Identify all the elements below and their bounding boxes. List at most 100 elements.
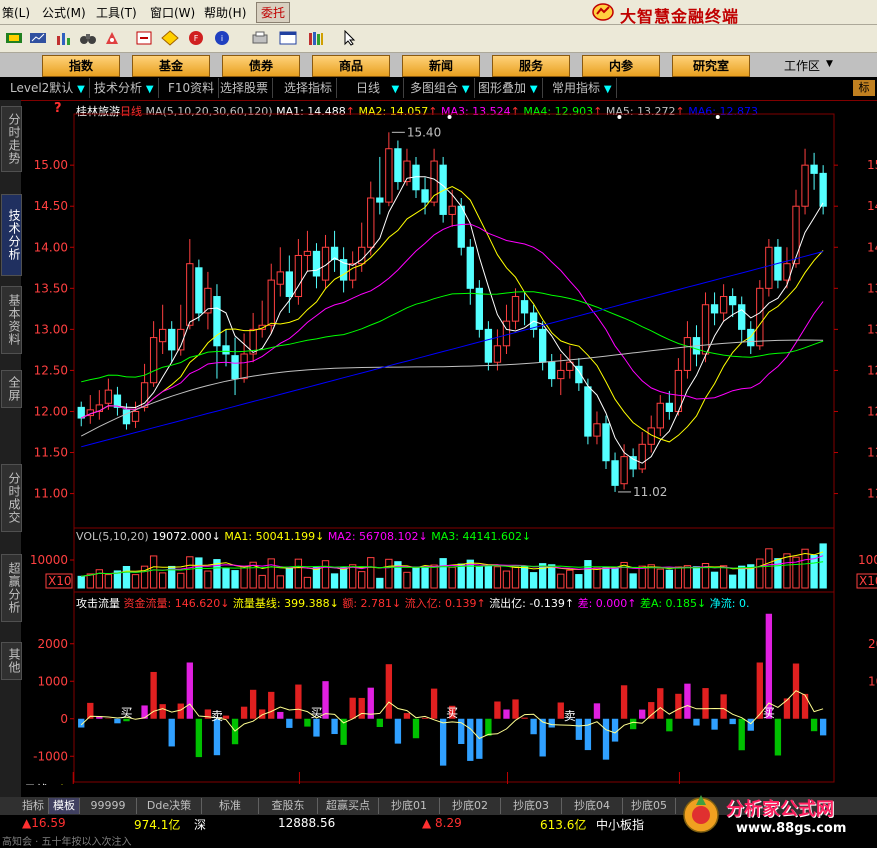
nav-fund-button[interactable]: 基金 — [132, 55, 210, 77]
chart-svg[interactable]: 15.0015.14.5014.14.0014.13.5013.13.0013.… — [22, 100, 877, 785]
side-tab-tech-analysis[interactable]: 技术分析 — [1, 194, 22, 276]
volume-bar — [196, 558, 202, 588]
entrust-button[interactable]: 委托 — [256, 2, 290, 23]
btab-bottom02[interactable]: 抄底02 — [440, 798, 501, 814]
price-y-tick: 13.50 — [34, 281, 68, 295]
info-icon[interactable]: i — [212, 29, 232, 47]
volume-bar — [87, 574, 93, 588]
flow-bar — [295, 685, 301, 719]
btab-99999[interactable]: 99999 — [80, 798, 137, 814]
side-tab-other[interactable]: 其他 — [1, 642, 22, 680]
binoculars-icon[interactable] — [78, 29, 98, 47]
menu-help[interactable]: 帮助(H) — [204, 4, 246, 21]
chart-icon[interactable] — [28, 29, 48, 47]
volume-bar — [123, 566, 129, 588]
nav-research-button[interactable]: 研究室 — [672, 55, 750, 77]
volume-bar — [178, 573, 184, 588]
fb-level2[interactable]: Level2默认 ▼ — [10, 78, 90, 98]
btab-bottom01[interactable]: 抄底01 — [379, 798, 440, 814]
pointer-icon[interactable] — [340, 29, 360, 47]
window-icon[interactable] — [278, 29, 298, 47]
btab-bottom04[interactable]: 抄底04 — [562, 798, 623, 814]
diamond-icon[interactable] — [160, 29, 180, 47]
workspace-dropdown-icon[interactable]: ▼ — [826, 59, 833, 69]
fb-multi-chart[interactable]: 多图组合 ▼ — [410, 78, 475, 98]
nav-index-button[interactable]: 指数 — [42, 55, 120, 77]
right-tab[interactable]: 标 — [853, 80, 875, 96]
nav-service-button[interactable]: 服务 — [492, 55, 570, 77]
volume-bar — [775, 559, 781, 588]
fb-overlay[interactable]: 图形叠加 ▼ — [478, 78, 543, 98]
nav-commodity-button[interactable]: 商品 — [312, 55, 390, 77]
flow-bar — [684, 684, 690, 719]
flow-buy-marker: 买 — [310, 706, 322, 720]
flow-y-tick: -1000 — [33, 749, 68, 763]
btab-standard[interactable]: 标准 — [202, 798, 259, 814]
price-y-tick-right: 14. — [867, 240, 877, 254]
f10-icon[interactable]: F — [186, 29, 206, 47]
menu-window[interactable]: 窗口(W) — [150, 4, 195, 21]
menu-formula[interactable]: 公式(M) — [42, 4, 86, 21]
vol-y-tick-right: 1000 — [858, 553, 877, 567]
fb-select-stock[interactable]: 选择股票 — [220, 78, 273, 98]
flow-bar — [693, 719, 699, 726]
quote-icon[interactable] — [4, 29, 24, 47]
candle-body — [702, 305, 708, 354]
btab-bottom03[interactable]: 抄底03 — [501, 798, 562, 814]
flow-sell-marker: 卖 — [211, 709, 223, 723]
chart-area: ? 桂林旅游日线 MA(5,10,20,30,60,120) MA1: 14.4… — [22, 100, 877, 785]
nav-news-button[interactable]: 新闻 — [402, 55, 480, 77]
side-tab-fullscreen[interactable]: 全屏 — [1, 370, 22, 408]
volume-bar — [350, 565, 356, 588]
fb-tech-analysis[interactable]: 技术分析 ▼ — [94, 78, 159, 98]
flow-bar — [331, 719, 337, 734]
menu-strategy[interactable]: 策(L) — [2, 4, 30, 21]
side-tab-fundamentals[interactable]: 基本资料 — [1, 286, 22, 354]
brand-name: 大智慧金融终端 — [620, 3, 739, 27]
fb-daily[interactable]: 日线 ▼ — [356, 78, 404, 98]
btab-indicator[interactable]: 指标 — [18, 798, 49, 814]
flow-bar — [730, 719, 736, 724]
fb-f10[interactable]: F10资料 — [168, 78, 219, 98]
flow-bar — [711, 719, 717, 730]
svg-text:i: i — [221, 34, 223, 43]
volume-bar — [494, 567, 500, 588]
btab-buy-points[interactable]: 超赢买点 — [318, 798, 379, 814]
signal-icon[interactable] — [102, 29, 122, 47]
price-y-tick-right: 11. — [867, 487, 877, 501]
volume-bar — [286, 568, 292, 588]
btab-template[interactable]: 模板 — [49, 798, 80, 814]
volume-bar — [666, 570, 672, 588]
btab-bottom05[interactable]: 抄底05 — [623, 798, 676, 814]
candle-body — [449, 206, 455, 214]
flow-bar — [512, 699, 518, 718]
volume-bar — [422, 567, 428, 588]
candle-body — [684, 338, 690, 371]
books-icon[interactable] — [306, 29, 326, 47]
btab-shareholders[interactable]: 查股东 — [259, 798, 318, 814]
volume-bar — [558, 574, 564, 588]
menu-tools[interactable]: 工具(T) — [96, 4, 137, 21]
side-tab-intraday[interactable]: 分时走势 — [1, 106, 22, 172]
volume-bar — [377, 578, 383, 588]
nav-bond-button[interactable]: 债券 — [222, 55, 300, 77]
fb-common-indicator[interactable]: 常用指标 ▼ — [552, 78, 617, 98]
workspace-label[interactable]: 工作区 — [784, 57, 820, 74]
bar-chart-icon[interactable] — [54, 29, 74, 47]
candle-body — [304, 251, 310, 255]
print-icon[interactable] — [250, 29, 270, 47]
flow-bar — [720, 694, 726, 718]
side-tab-trades[interactable]: 分时成交 — [1, 464, 22, 532]
fb-select-indicator[interactable]: 选择指标 — [284, 78, 337, 98]
nav-insider-button[interactable]: 内参 — [582, 55, 660, 77]
volume-bar — [458, 564, 464, 588]
flow-bar — [178, 704, 184, 719]
price-y-tick: 13.00 — [34, 322, 68, 336]
side-tab-super-analysis[interactable]: 超赢分析 — [1, 554, 22, 622]
btab-dde[interactable]: Dde决策 — [137, 798, 202, 814]
volume-bar — [232, 571, 238, 588]
flow-bar — [576, 719, 582, 740]
flow-y-tick: 1000 — [37, 674, 68, 688]
x-date-label: 12 — [301, 784, 316, 785]
alert-icon[interactable] — [134, 29, 154, 47]
